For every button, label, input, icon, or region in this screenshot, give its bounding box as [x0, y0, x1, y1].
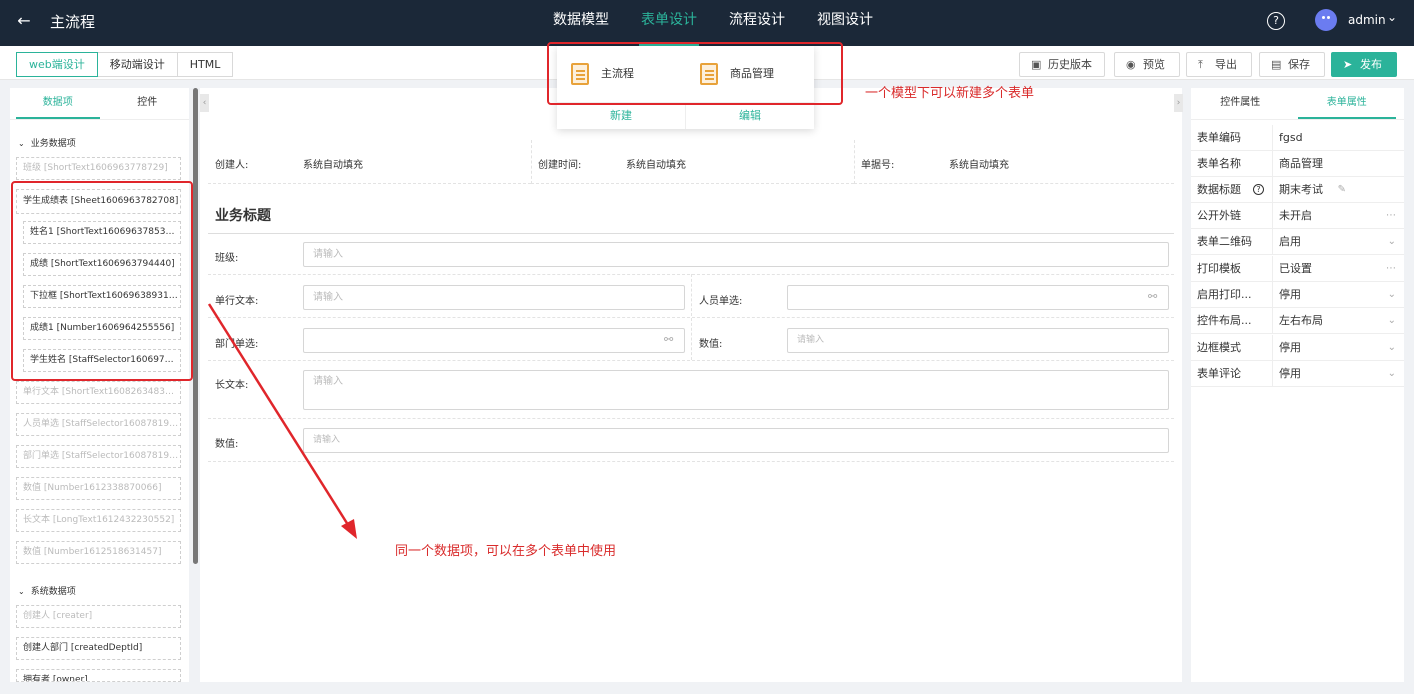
mode-web[interactable]: web端设计 [16, 52, 98, 77]
annotation-arrow [207, 303, 357, 539]
